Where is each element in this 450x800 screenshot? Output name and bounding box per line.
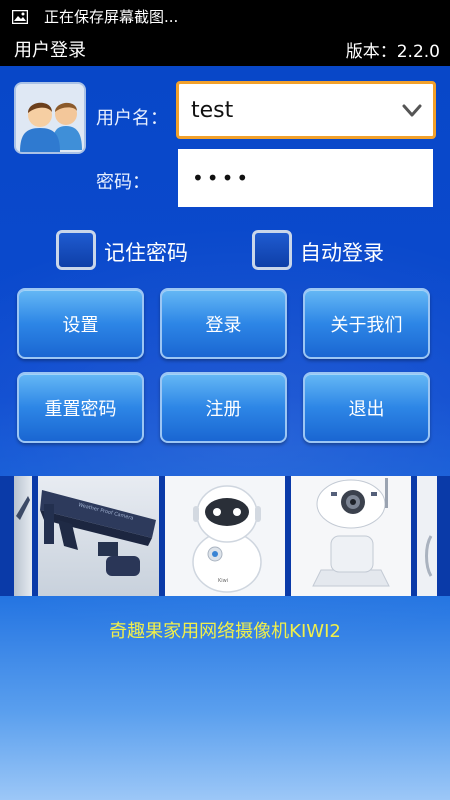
version-label: 版本：2.2.0 xyxy=(345,41,440,62)
status-notification-text: 正在保存屏幕截图... xyxy=(44,7,179,26)
gallery-item-partial-left[interactable] xyxy=(14,476,32,596)
status-bar: 正在保存屏幕截图... xyxy=(0,0,450,32)
username-value: test xyxy=(191,97,234,123)
password-value: •••• xyxy=(192,166,252,190)
product-tagline: 奇趣果家用网络摄像机KIWI2 xyxy=(109,621,341,642)
login-panel: 用户名： test 密码： •••• 记住密码 自动登录 设置 登录 关于我们 … xyxy=(0,66,450,800)
login-button[interactable]: 登录 xyxy=(160,288,287,359)
page-title: 用户登录 xyxy=(14,40,86,61)
about-us-button[interactable]: 关于我们 xyxy=(303,288,430,359)
username-dropdown[interactable]: test xyxy=(176,81,436,139)
exit-button[interactable]: 退出 xyxy=(303,372,430,443)
svg-text:Kiwi: Kiwi xyxy=(218,578,228,584)
settings-button[interactable]: 设置 xyxy=(17,288,144,359)
auto-login-label: 自动登录 xyxy=(300,241,384,265)
bullet-camera-image[interactable]: Weather Proof Camera xyxy=(38,476,159,596)
register-button[interactable]: 注册 xyxy=(160,372,287,443)
gallery-item-partial-right[interactable] xyxy=(417,476,437,596)
product-gallery[interactable]: Weather Proof Camera Kiwi xyxy=(0,476,450,596)
password-field[interactable]: •••• xyxy=(178,149,433,207)
password-label: 密码： xyxy=(96,172,150,193)
robot-camera-image[interactable]: Kiwi xyxy=(165,476,285,596)
auto-login-checkbox[interactable] xyxy=(252,230,292,270)
users-icon xyxy=(14,82,86,154)
remember-password-label: 记住密码 xyxy=(104,241,188,265)
reset-password-button[interactable]: 重置密码 xyxy=(17,372,144,443)
chevron-down-icon[interactable] xyxy=(401,102,423,118)
title-bar: 用户登录 版本：2.2.0 xyxy=(0,32,450,66)
remember-password-checkbox[interactable] xyxy=(56,230,96,270)
ptz-camera-image[interactable] xyxy=(291,476,411,596)
image-icon xyxy=(11,9,29,25)
username-label: 用户名： xyxy=(96,108,168,129)
